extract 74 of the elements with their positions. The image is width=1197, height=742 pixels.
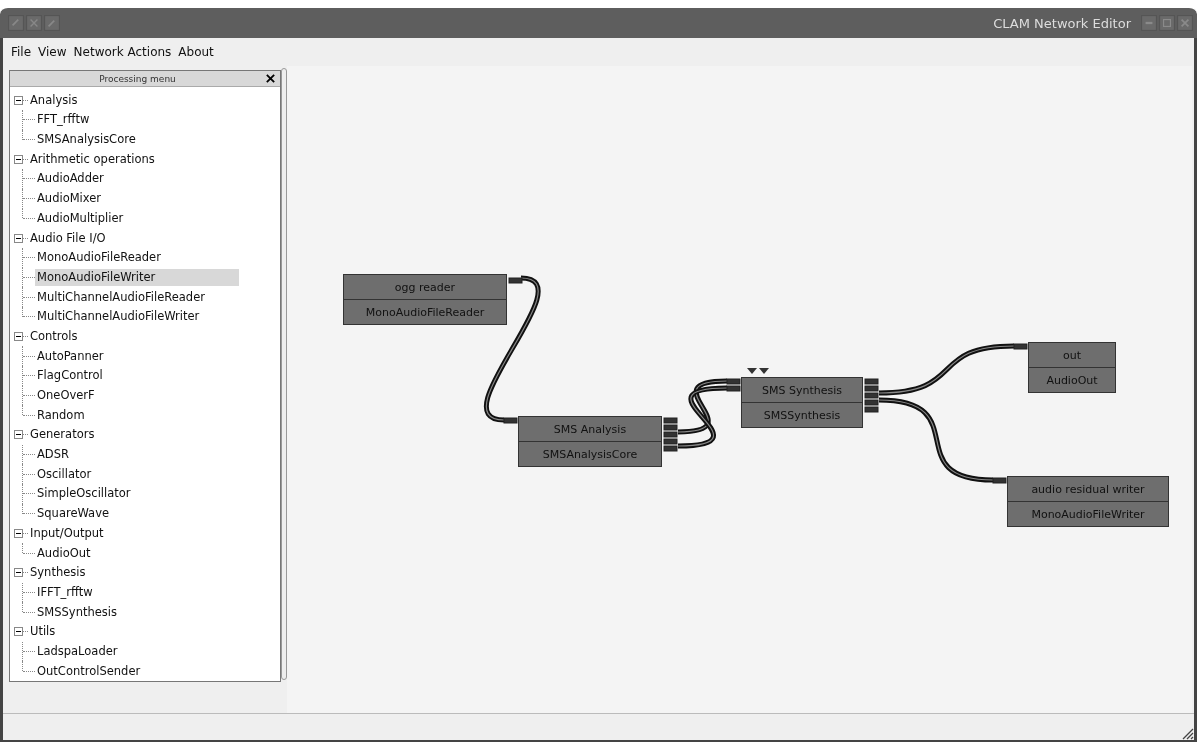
menu-item[interactable]: View [38,45,67,59]
port-marker[interactable] [992,477,1007,484]
node-name[interactable]: out [1029,343,1115,368]
port-marker[interactable] [663,445,678,452]
port-marker[interactable] [663,438,678,445]
tree-item[interactable]: Random [35,406,87,424]
collapse-icon[interactable] [14,154,23,164]
node-type[interactable]: SMSAnalysisCore [519,442,661,466]
tree-category[interactable]: Synthesis [28,564,88,582]
port-marker[interactable] [864,392,879,399]
node-name[interactable]: SMS Analysis [519,417,661,442]
tree-item[interactable]: OneOverF [35,387,97,405]
tree-item[interactable]: SimpleOscillator [35,485,133,503]
panel-title: Processing menu [98,73,177,84]
collapse-icon[interactable] [14,95,23,105]
tree-item[interactable]: SMSSynthesis [35,603,119,621]
tree-category[interactable]: Analysis [28,91,80,109]
collapse-icon[interactable] [14,430,23,440]
node-name[interactable]: ogg reader [344,275,506,300]
tree-item[interactable]: SMSAnalysisCore [35,131,138,149]
tree-item[interactable]: AutoPanner [35,347,106,365]
node-name[interactable]: audio residual writer [1008,477,1168,502]
tree-item[interactable]: MonoAudioFileReader [35,249,163,267]
node-type[interactable]: SMSSynthesis [742,403,862,427]
port-marker[interactable] [726,378,741,385]
node-type[interactable]: MonoAudioFileReader [344,300,506,324]
tree-category[interactable]: Utils [28,623,58,641]
tree-item[interactable]: MultiChannelAudioFileWriter [35,308,202,326]
tree-item[interactable]: AudioAdder [35,170,106,188]
port-marker[interactable] [508,277,523,284]
tree-item[interactable]: OutControlSender [35,662,143,680]
node-type[interactable]: MonoAudioFileWriter [1008,502,1168,526]
port-marker[interactable] [864,378,879,385]
collapse-icon[interactable] [14,331,23,341]
collapse-icon[interactable] [14,568,23,578]
tree-item[interactable]: FlagControl [35,367,105,385]
tree-category[interactable]: Arithmetic operations [28,150,157,168]
collapse-icon[interactable] [14,627,23,637]
tree-item[interactable]: IFFT_rfftw [35,583,95,601]
collapse-icon[interactable] [14,233,23,243]
tree-item[interactable]: LadspaLoader [35,642,120,660]
port-marker[interactable] [663,417,678,424]
collapse-icon[interactable] [14,528,23,538]
port-marker[interactable] [663,431,678,438]
menu-item[interactable]: About [178,45,214,59]
tree-item[interactable]: SquareWave [35,505,112,523]
tree-item[interactable]: AudioMultiplier [35,209,126,227]
connection-wire [677,378,728,435]
tree-item[interactable]: AudioMixer [35,190,104,208]
port-marker[interactable] [864,399,879,406]
node-name[interactable]: SMS Synthesis [742,378,862,403]
tree-item[interactable]: AudioOut [35,544,93,562]
tree-category[interactable]: Controls [28,327,80,345]
tree-category[interactable]: Audio File I/O [28,229,108,247]
node-type[interactable]: AudioOut [1029,368,1115,392]
close-icon[interactable] [265,73,276,85]
menu-item[interactable]: Network Actions [73,45,172,59]
port-marker[interactable] [864,406,879,413]
tree-category[interactable]: Generators [28,426,97,444]
resize-grip-icon[interactable] [1180,726,1194,740]
port-marker[interactable] [663,424,678,431]
window-title: CLAM Network Editor [992,15,1132,31]
tree-item[interactable]: FFT_rfftw [35,111,92,129]
tree-category[interactable]: Input/Output [28,524,106,542]
connection-wire [677,385,728,449]
tree-item[interactable]: MonoAudioFileWriter [35,268,239,286]
port-marker[interactable] [1013,343,1028,350]
tree-item[interactable]: MultiChannelAudioFileReader [35,288,207,306]
tree-item[interactable]: Oscillator [35,465,94,483]
port-marker[interactable] [503,417,518,424]
menu-item[interactable]: File [11,45,32,59]
port-marker[interactable] [864,385,879,392]
port-marker[interactable] [726,385,741,392]
tree-item[interactable]: ADSR [35,446,71,464]
